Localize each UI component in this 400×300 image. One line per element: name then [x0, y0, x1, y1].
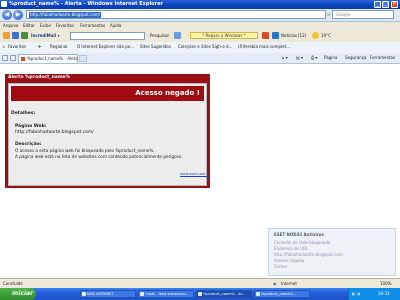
menu-arquivo[interactable]: Arquivo	[3, 23, 18, 29]
quick-tabs-icon[interactable]	[10, 55, 16, 61]
window-title: %product_name% - Alerta - Windows Intern…	[9, 1, 163, 7]
new-tab-button[interactable]	[79, 55, 87, 62]
menu-ajuda[interactable]: Ajuda	[110, 23, 121, 29]
menu-favoritos[interactable]: Favoritos	[56, 23, 74, 29]
toolbar-app-icon[interactable]	[21, 32, 28, 39]
menu-exibir[interactable]: Exibir	[40, 23, 51, 29]
favorites-button[interactable]: Favoritos	[8, 44, 26, 49]
toolbar-home-icon[interactable]	[12, 32, 19, 39]
page-web-url: http://fabiohadaarte.blogspot.com/	[15, 130, 94, 135]
address-url: http://fabiohadaarte.blogspot.com/	[29, 12, 102, 18]
noticias-label[interactable]: Notícias	[281, 33, 297, 38]
taskbar-item-icon	[82, 292, 86, 296]
menu-ferramentas[interactable]: Ferramentas	[80, 23, 105, 29]
ie-app-icon	[1, 1, 7, 7]
tray-icons[interactable]: ◐ ◑	[352, 291, 360, 296]
favorites-center-icon[interactable]	[2, 55, 8, 61]
zoom-level[interactable]: 100%	[380, 281, 391, 286]
fav-regional[interactable]: Regional	[50, 44, 67, 49]
notification-title: ESET NOD32 Antivirus	[274, 232, 324, 237]
incredimail-icon[interactable]: IncrediMail ▾	[31, 33, 59, 38]
reparo-windows-button[interactable]: * Reparo o Windows *	[190, 32, 258, 39]
title-bar: %product_name% - Alerta - Windows Intern…	[0, 0, 400, 9]
search-placeholder: Google	[336, 12, 351, 17]
toolbar-search-label[interactable]: Pesquisar	[150, 33, 169, 38]
address-input[interactable]: http://fabiohadaarte.blogspot.com/	[26, 10, 326, 19]
security-zone: Internet	[281, 281, 297, 286]
menu-bar: Arquivo Editar Exibir Favoritos Ferramen…	[0, 22, 400, 30]
forward-button[interactable]: ▶	[13, 10, 23, 20]
noticias-count: [12]	[298, 33, 307, 38]
toolbar-logo-icon	[3, 32, 10, 39]
notification-line: Endereço de URL	[274, 246, 309, 251]
system-tray: ◐ ◑	[348, 288, 400, 300]
start-label: iniciar	[12, 290, 34, 297]
temperature-label: 19°C	[321, 33, 331, 38]
fav-referebia[interactable]: (R)ferebia mais complet...	[238, 44, 290, 49]
access-denied-heading: Acesso negado !	[135, 89, 200, 97]
description-line-2: A página web está na lista de websites c…	[15, 154, 183, 159]
tab-label: %product_name% - Aleta	[27, 56, 78, 61]
address-bar: ◀ ▶ http://fabiohadaarte.blogspot.com/ ⟳…	[0, 9, 400, 22]
antivirus-notification: ESET NOD32 Antivirus Conexão de rede blo…	[268, 228, 396, 276]
home-icon[interactable]: ⌂ ▾	[282, 55, 288, 60]
taskbar-item[interactable]: %product_name%...	[254, 290, 310, 298]
status-bar: Concluído ◉ Internet 100%	[0, 278, 400, 288]
taskbar: iniciar NOD INTERNET Gmail - New submiss…	[0, 288, 400, 300]
safety-menu[interactable]: Segurança	[345, 55, 366, 60]
globe-icon: ◉	[273, 281, 277, 286]
status-text: Concluído	[3, 281, 23, 286]
notification-line: Conexão de rede bloqueada	[274, 240, 331, 245]
close-button[interactable]: ✕	[391, 1, 398, 8]
refresh-icon[interactable]: ⟳	[327, 12, 330, 17]
notification-line: http://fabiohadaarte.blogspot.com	[274, 252, 343, 257]
feeds-icon[interactable]: ▤ ▾	[296, 55, 303, 60]
tab-bar: %product_name% - Aleta ⌂ ▾ ▤ ▾ ⎙ ▾ Págin…	[0, 53, 400, 64]
back-button[interactable]: ◀	[2, 10, 12, 20]
clock: 16:33	[378, 291, 390, 296]
notification-line: Acesso negado	[274, 258, 305, 263]
alert-window-title: Alerta %product_name%	[8, 75, 71, 80]
maximize-button[interactable]: □	[382, 1, 389, 8]
toolbar-mail-icon[interactable]	[262, 32, 269, 39]
weather-icon[interactable]	[312, 32, 319, 39]
taskbar-item[interactable]: Gmail - New submissio...	[138, 290, 194, 298]
eset-link[interactable]: www.eset.com.br	[180, 171, 210, 177]
add-favorite-icon[interactable]: ✚	[38, 44, 41, 49]
fav-ie-nao-pode[interactable]: O Internet Explorer não po...	[77, 44, 134, 49]
taskbar-item-icon	[198, 292, 202, 296]
toolbar-news-icon[interactable]	[272, 32, 279, 39]
search-input[interactable]: Google	[332, 10, 394, 19]
taskbar-item[interactable]: NOD INTERNET	[80, 290, 136, 298]
taskbar-item-label: %product_name% - Al...	[203, 292, 245, 296]
details-label: Detalhes:	[11, 111, 36, 116]
start-button[interactable]: iniciar	[0, 288, 36, 300]
menu-editar[interactable]: Editar	[23, 23, 35, 29]
taskbar-item-icon	[140, 292, 144, 296]
page-menu[interactable]: Página	[324, 55, 337, 60]
tab-active[interactable]: %product_name% - Aleta	[18, 54, 78, 63]
toolbar-search-field[interactable]	[70, 32, 145, 40]
toolbar-options-icon[interactable]	[174, 32, 181, 39]
taskbar-item-label: NOD INTERNET	[87, 292, 114, 296]
minimize-button[interactable]: _	[374, 1, 381, 8]
alert-header: Acesso negado !	[11, 86, 204, 101]
taskbar-item-active[interactable]: %product_name% - Al...	[196, 290, 252, 298]
notification-close[interactable]: Fechar	[274, 264, 287, 269]
fav-sites-sugeridos[interactable]: Sites Sugeridos	[140, 44, 171, 49]
tab-page-icon	[21, 57, 25, 61]
fav-colecoes[interactable]: Coleções e Sites Sigh-o d...	[178, 44, 232, 49]
taskbar-item-icon	[256, 292, 260, 296]
tools-menu[interactable]: Ferramentas	[370, 55, 395, 60]
taskbar-item-label: %product_name%...	[261, 292, 297, 296]
favorites-star-icon[interactable]: ★	[2, 44, 6, 49]
taskbar-item-label: Gmail - New submissio...	[145, 292, 189, 296]
print-icon[interactable]: ⎙ ▾	[311, 55, 317, 60]
